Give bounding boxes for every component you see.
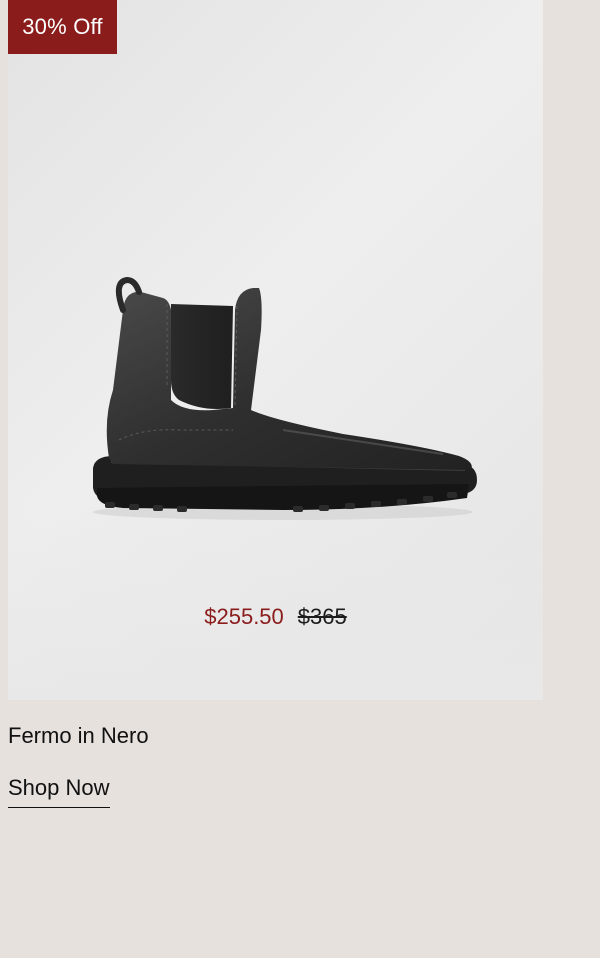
product-image-panel[interactable]: $255.50 $365 — [8, 0, 543, 700]
price-row: $255.50 $365 — [8, 602, 543, 632]
chelsea-boot-image[interactable] — [83, 270, 483, 530]
product-card[interactable]: $255.50 $365 30% Off Fermo in Nero Shop N… — [0, 0, 600, 958]
discount-badge: 30% Off — [8, 0, 117, 54]
original-price: $365 — [297, 604, 347, 629]
product-name[interactable]: Fermo in Nero — [8, 720, 149, 752]
shop-now-link[interactable]: Shop Now — [8, 772, 110, 808]
sale-price: $255.50 — [204, 604, 284, 629]
image-floor-shadow — [8, 500, 543, 700]
